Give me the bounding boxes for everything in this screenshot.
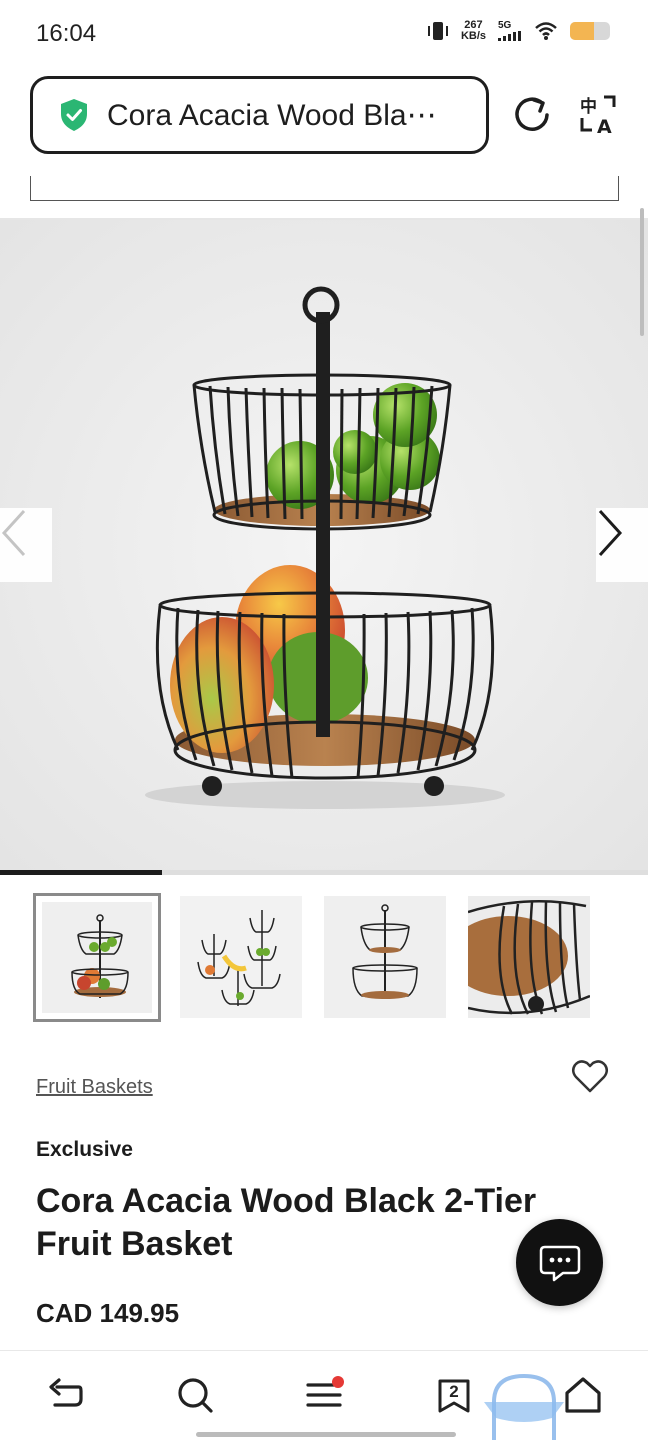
status-icons: 267 KB/s 5G	[427, 20, 610, 42]
menu-icon[interactable]	[304, 1375, 344, 1415]
chevron-left-icon	[1, 509, 26, 557]
product-image	[0, 220, 648, 870]
wifi-icon	[535, 22, 557, 40]
carousel-progress-fill	[0, 870, 162, 875]
product-image-carousel[interactable]	[0, 220, 648, 870]
thumbnail-3[interactable]	[324, 896, 446, 1018]
battery-fill	[570, 22, 594, 40]
product-price: CAD 149.95	[36, 1298, 180, 1328]
home-indicator	[196, 1432, 456, 1437]
chat-icon	[539, 1245, 580, 1281]
address-bar[interactable]: Cora Acacia Wood Bla⋯	[30, 76, 489, 154]
svg-text:中: 中	[580, 96, 597, 117]
heart-icon[interactable]	[571, 1058, 609, 1094]
tabs-button[interactable]: 2	[434, 1375, 474, 1415]
menu-notification-dot	[332, 1376, 344, 1388]
thumbnail-strip	[33, 893, 633, 1023]
chevron-right-icon	[598, 509, 623, 557]
thumbnail-1[interactable]	[33, 893, 161, 1022]
shield-check-icon	[61, 99, 87, 131]
network-type: 5G	[498, 20, 512, 31]
thumbnail-2-image	[180, 896, 302, 1018]
reload-icon[interactable]	[512, 94, 554, 136]
svg-text:A: A	[597, 116, 612, 136]
breadcrumb-fruit-baskets[interactable]: Fruit Baskets	[36, 1076, 153, 1099]
search-field-remnant	[30, 176, 619, 201]
thumbnail-4-image	[468, 896, 590, 1018]
home-icon[interactable]	[563, 1375, 603, 1415]
status-bar: 16:04 267 KB/s 5G	[0, 0, 648, 70]
tabs-count: 2	[449, 1382, 459, 1401]
page-scrollbar[interactable]	[640, 208, 644, 336]
thumbnail-3-image	[324, 896, 446, 1018]
signal-icon	[498, 31, 521, 41]
thumbnail-4[interactable]	[468, 896, 590, 1018]
product-title: Cora Acacia Wood Black 2-Tier Fruit Bask…	[36, 1182, 537, 1263]
signal: 5G	[498, 21, 522, 41]
status-time: 16:04	[36, 20, 97, 47]
search-icon[interactable]	[175, 1375, 215, 1415]
back-icon[interactable]	[45, 1375, 85, 1415]
previous-image-button[interactable]	[0, 508, 52, 582]
network-speed: 267 KB/s	[461, 20, 486, 42]
carousel-progress	[0, 870, 648, 875]
exclusive-badge: Exclusive	[36, 1138, 133, 1161]
vibrate-icon	[427, 22, 448, 40]
battery-icon	[570, 22, 610, 40]
chat-button[interactable]	[516, 1219, 603, 1306]
url-text[interactable]: Cora Acacia Wood Bla⋯	[107, 98, 437, 133]
translate-icon[interactable]: 中 A	[578, 94, 618, 136]
thumbnail-2[interactable]	[180, 896, 302, 1018]
next-image-button[interactable]	[596, 508, 648, 582]
network-speed-unit: KB/s	[460, 30, 486, 42]
thumbnail-1-image	[42, 902, 152, 1013]
assistant-overlay-icon[interactable]	[482, 1372, 566, 1440]
